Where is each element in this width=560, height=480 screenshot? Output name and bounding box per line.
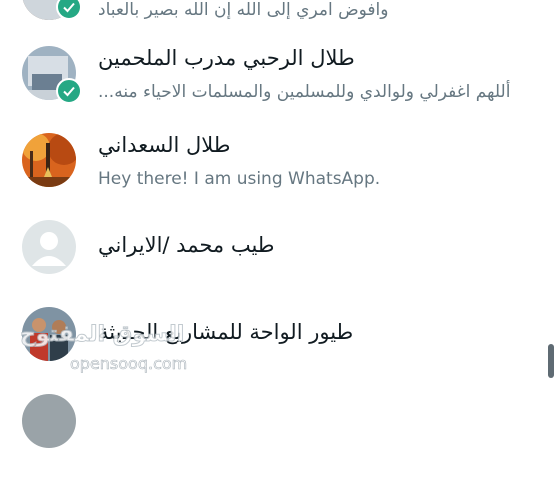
scrollbar-thumb[interactable] [548,344,554,378]
contact-status: Hey there! I am using WhatsApp. [98,169,381,189]
contact-name: طلال الرحبي مدرب الملحمين [98,46,355,70]
chat-list-item[interactable]: طلال الرحبي مدرب الملحمين أللهم اغفرلي و… [0,46,560,132]
contact-name: طلال السعداني [98,133,231,157]
chat-list-item[interactable]: طلال السعداني Hey there! I am using What… [0,133,560,219]
contact-status: وافوض امري إلى الله إن الله بصير بالعباد [98,0,389,20]
contact-name: طيب محمد /الايراني [98,233,275,257]
opensooq-watermark: السوق المفتوح opensooq.com [18,318,198,380]
chat-list-item[interactable]: وافوض امري إلى الله إن الله بصير بالعباد [0,0,560,52]
default-person-avatar-icon[interactable] [22,220,76,274]
contact-avatar[interactable] [22,394,76,448]
chat-list-item[interactable] [0,394,560,480]
contact-status: أللهم اغفرلي ولوالدي وللمسلمين والمسلمات… [98,82,511,102]
chat-list-item[interactable]: طيب محمد /الايراني [0,220,560,306]
watermark-arabic-text: السوق المفتوح [19,322,185,348]
verified-check-icon [56,0,82,20]
watermark-url-text: opensooq.com [70,354,188,374]
verified-check-icon [56,78,82,104]
contact-avatar[interactable] [22,133,76,187]
